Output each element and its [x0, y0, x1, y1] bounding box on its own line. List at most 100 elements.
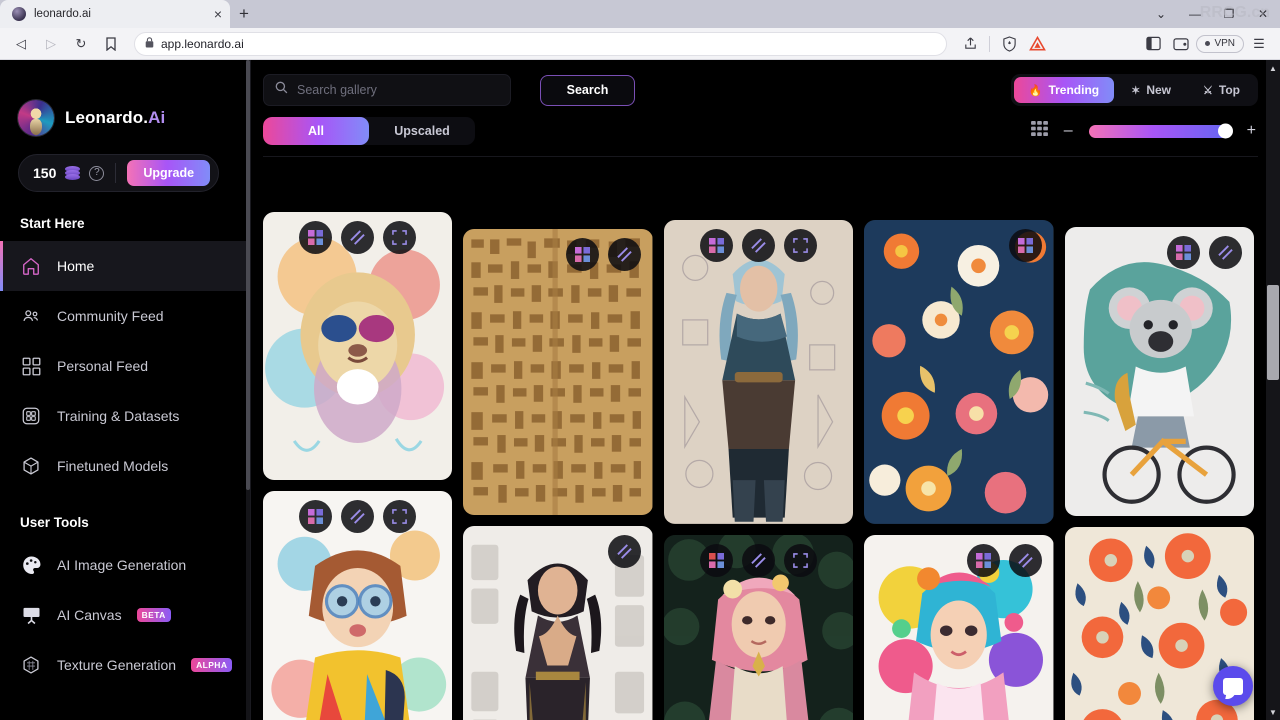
expand-icon[interactable] [383, 500, 417, 534]
gallery-column [864, 212, 1054, 720]
back-icon[interactable]: ◁ [8, 31, 34, 57]
variations-icon[interactable] [1167, 236, 1201, 269]
gallery-card[interactable] [864, 534, 1054, 720]
brand-name-main: Leonardo. [65, 108, 149, 127]
upscale-icon[interactable] [607, 238, 641, 271]
hamburger-menu-icon[interactable]: ☰ [1246, 31, 1272, 57]
variations-icon[interactable] [565, 238, 599, 271]
variations-icon[interactable] [1008, 229, 1042, 262]
expand-icon[interactable] [383, 221, 417, 254]
credits-row: 150 ? Upgrade [18, 154, 250, 192]
variations-icon[interactable] [299, 221, 333, 254]
token-coin-icon [65, 166, 81, 180]
upgrade-button[interactable]: Upgrade [127, 160, 211, 186]
zoom-slider[interactable] [1088, 123, 1233, 139]
help-icon[interactable]: ? [89, 165, 105, 181]
gallery-card[interactable] [663, 534, 854, 720]
badge-beta: BETA [136, 608, 171, 622]
tab-top[interactable]: ⚔ Top [1188, 77, 1255, 103]
sidebar-item-label: Personal Feed [57, 358, 149, 374]
search-input[interactable] [297, 83, 499, 97]
card-image [663, 220, 854, 524]
tab-label: Top [1218, 83, 1240, 97]
palette-icon [20, 554, 42, 576]
upscale-icon[interactable] [742, 229, 776, 262]
sidebar-toggle-icon[interactable] [1140, 31, 1166, 57]
sidebar-item-ai-image-generation[interactable]: AI Image Generation [0, 540, 250, 590]
brave-shield-icon[interactable] [996, 31, 1022, 57]
expand-icon[interactable] [784, 543, 818, 577]
variations-icon[interactable] [966, 543, 1000, 577]
zoom-controls: – + [1030, 121, 1258, 141]
tab-new[interactable]: ✶ New [1116, 77, 1186, 103]
forward-icon[interactable]: ▷ [38, 31, 64, 57]
gallery-card[interactable] [263, 212, 453, 481]
gallery-card[interactable] [463, 526, 653, 720]
tab-strip: leonardo.ai × + ⌄ — ❐ ✕ RRCG.cn [0, 0, 1280, 28]
scroll-up-arrow-icon[interactable]: ▲ [1267, 62, 1279, 74]
search-button[interactable]: Search [540, 74, 635, 106]
gallery-card[interactable] [1064, 227, 1254, 517]
toolbar-divider [263, 156, 1258, 157]
gallery-card[interactable] [463, 229, 653, 516]
tab-upscaled[interactable]: Upscaled [369, 117, 475, 145]
sidebar-item-ai-canvas[interactable]: AI Canvas BETA [0, 590, 250, 640]
sidebar-item-label: Training & Datasets [57, 408, 180, 424]
browser-window: leonardo.ai × + ⌄ — ❐ ✕ RRCG.cn ◁ ▷ ↻ ap… [0, 0, 1280, 720]
browser-tab[interactable]: leonardo.ai × [0, 0, 230, 28]
upscale-icon[interactable] [1008, 543, 1042, 577]
scroll-down-arrow-icon[interactable]: ▼ [1267, 706, 1279, 718]
card-action-bar [664, 229, 853, 262]
sidebar-item-training-datasets[interactable]: Training & Datasets [0, 391, 250, 441]
leo-ai-icon[interactable] [1024, 31, 1050, 57]
variations-icon[interactable] [700, 229, 734, 262]
sidebar-item-label: Texture Generation [57, 657, 177, 673]
flame-icon: 🔥 [1028, 84, 1043, 97]
sidebar-item-finetuned-models[interactable]: Finetuned Models [0, 441, 250, 491]
training-icon [20, 405, 42, 427]
chevron-down-icon[interactable]: ⌄ [1144, 0, 1178, 28]
search-icon [275, 81, 288, 99]
tab-trending[interactable]: 🔥 Trending [1013, 77, 1115, 103]
search-box[interactable] [263, 74, 511, 106]
gallery-card[interactable] [864, 220, 1054, 524]
sidebar-section-start-here: Start Here [20, 216, 85, 231]
upscale-icon[interactable] [341, 500, 375, 534]
gallery-column [463, 212, 653, 720]
upscale-icon[interactable] [607, 535, 641, 569]
vpn-status-badge[interactable]: VPN [1196, 34, 1244, 53]
bookmark-icon[interactable] [98, 31, 124, 57]
new-tab-button[interactable]: + [230, 0, 258, 28]
gallery-grid: 大 RRCG 人人素材 [263, 212, 1254, 720]
zoom-out-button[interactable]: – [1062, 123, 1075, 139]
address-bar[interactable]: app.leonardo.ai [134, 31, 948, 56]
reload-icon[interactable]: ↻ [68, 31, 94, 57]
variations-icon[interactable] [299, 500, 333, 534]
close-icon[interactable]: × [214, 7, 222, 21]
variations-icon[interactable] [700, 543, 734, 577]
brand-logo[interactable]: Leonardo.Ai [0, 60, 250, 136]
tab-all[interactable]: All [263, 117, 369, 145]
upscale-icon[interactable] [1209, 236, 1243, 269]
upscale-icon[interactable] [341, 221, 375, 254]
zoom-slider-knob[interactable] [1217, 123, 1233, 139]
wallet-icon[interactable] [1168, 31, 1194, 57]
upscale-icon[interactable] [742, 543, 776, 577]
expand-icon[interactable] [784, 229, 818, 262]
grid-view-icon[interactable] [1030, 121, 1048, 141]
share-icon[interactable] [957, 31, 983, 57]
page-scrollbar-track[interactable]: ▲ ▼ [1266, 60, 1280, 720]
chat-bubble-icon[interactable] [1213, 666, 1253, 706]
vpn-label: VPN [1214, 38, 1235, 49]
main-content: Search 🔥 Trending ✶ New ⚔ Top [250, 60, 1280, 720]
zoom-in-button[interactable]: + [1245, 123, 1258, 139]
gallery-card[interactable] [263, 491, 453, 720]
sidebar-item-texture-generation[interactable]: Texture Generation ALPHA [0, 640, 250, 690]
page-scrollbar-thumb[interactable] [1267, 285, 1279, 380]
sidebar-item-home[interactable]: Home [0, 241, 250, 291]
sidebar-item-personal-feed[interactable]: Personal Feed [0, 341, 250, 391]
easel-icon [20, 604, 42, 626]
sidebar-item-community-feed[interactable]: Community Feed [0, 291, 250, 341]
gallery-card[interactable] [663, 220, 854, 524]
card-action-bar [864, 229, 1053, 262]
